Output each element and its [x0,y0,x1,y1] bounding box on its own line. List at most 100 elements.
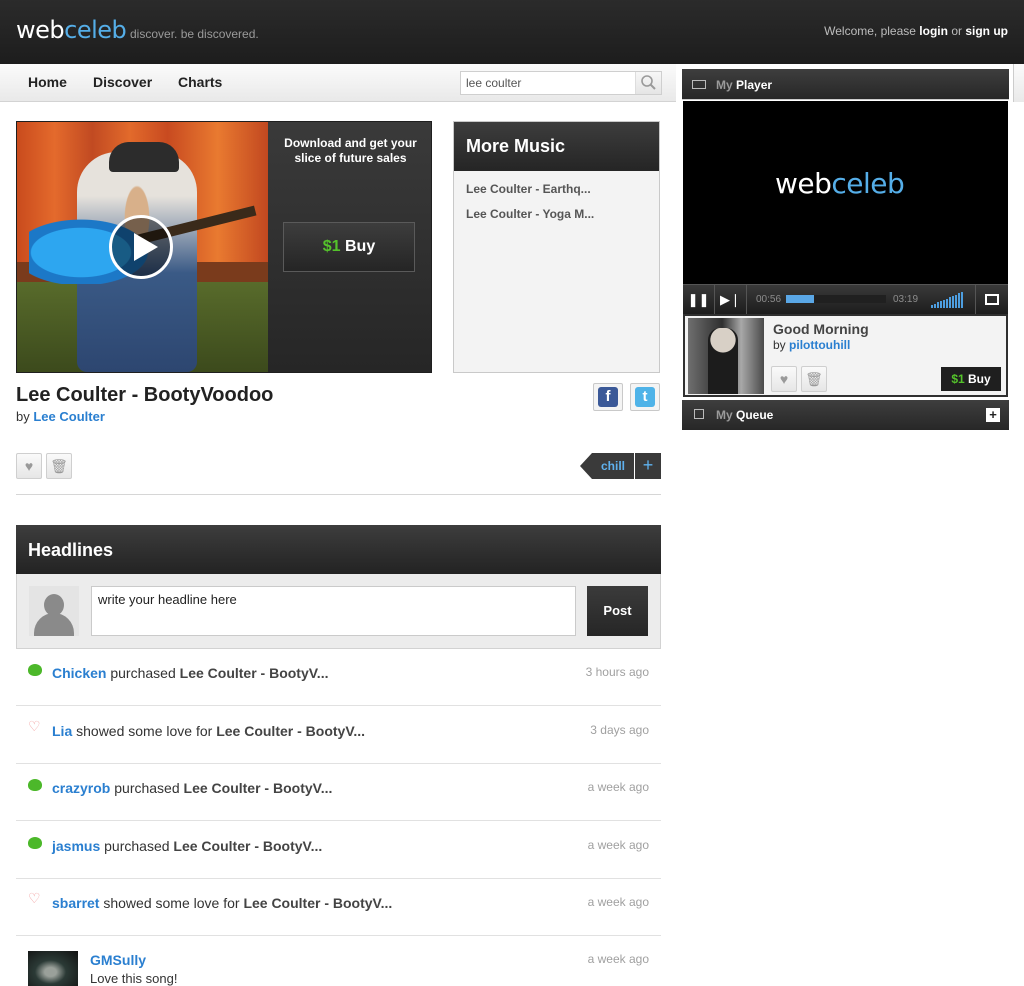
buy-panel: Download and get your slice of future sa… [268,122,431,372]
fullscreen-icon [985,294,999,305]
trash-icon: 🗑 [50,458,68,474]
feed-text: jasmus purchased Lee Coulter - BootyV... [52,838,323,854]
trash-icon: 🗑 [805,371,823,387]
feed-song[interactable]: Lee Coulter - BootyV... [184,780,333,796]
commenter-avatar[interactable] [28,951,78,986]
np-love-button[interactable]: ♥ [771,366,797,392]
money-icon [28,779,42,791]
heart-icon: ♥ [779,371,789,387]
search-icon [641,75,656,90]
buy-button[interactable]: $1 Buy [283,222,415,272]
now-playing-artist-line: by pilottouhill [773,338,851,352]
volume-bar [943,299,945,308]
volume-control[interactable] [931,292,965,308]
search-box [460,71,662,95]
feed-song[interactable]: Lee Coulter - BootyV... [173,838,322,854]
feed-time: a week ago [587,780,649,794]
featured-song: Download and get your slice of future sa… [16,121,432,373]
site-logo[interactable]: webceleb [16,16,127,44]
feed-text: crazyrob purchased Lee Coulter - BootyV.… [52,780,333,796]
delete-button[interactable]: 🗑 [46,453,72,479]
heart-icon: ♡ [28,890,41,906]
user-avatar [29,586,79,636]
player-header: My Player [682,69,1009,100]
my-queue[interactable]: My Queue + [682,400,1009,430]
twitter-share-button[interactable]: t [630,383,660,411]
twitter-icon: t [635,387,655,407]
top-bar: webceleb discover. be discovered. Welcom… [0,0,1024,64]
login-link[interactable]: login [919,24,948,38]
volume-bar [931,305,933,308]
artwork-hat [109,142,179,172]
feed-text: Lia showed some love for Lee Coulter - B… [52,723,366,739]
volume-bar [961,292,963,308]
duration-time: 03:19 [893,294,919,305]
nav-charts[interactable]: Charts [178,74,222,90]
player-screen[interactable]: webceleb [683,101,1008,284]
feed-user[interactable]: Lia [52,723,72,739]
pause-button[interactable]: ❚❚ [683,285,715,315]
heart-icon: ♡ [28,718,41,734]
feed-song[interactable]: Lee Coulter - BootyV... [216,723,365,739]
feed-item: ♡ Lia showed some love for Lee Coulter -… [16,707,661,764]
feed-item: Chicken purchased Lee Coulter - BootyV..… [16,649,661,706]
song-artwork[interactable] [17,122,268,372]
np-buy-button[interactable]: $1 Buy [941,367,1001,391]
next-button[interactable]: ▶❘ [715,285,747,315]
np-delete-button[interactable]: 🗑 [801,366,827,392]
artist-link[interactable]: Lee Coulter [33,409,105,424]
welcome-text: Welcome, please login or sign up [824,24,1008,38]
add-tag-button[interactable]: + [635,453,661,479]
more-music-item[interactable]: Lee Coulter - Yoga M... [454,201,659,226]
feed-text: Chicken purchased Lee Coulter - BootyV..… [52,665,329,681]
post-button[interactable]: Post [587,586,648,636]
volume-bar [946,298,948,308]
now-playing: Good Morning by pilottouhill ♥ 🗑 $1 Buy [683,314,1008,397]
volume-bar [958,293,960,308]
comment-time: a week ago [587,952,649,966]
feed-user[interactable]: sbarret [52,895,99,911]
fullscreen-button[interactable] [975,285,1008,315]
feed-time: 3 days ago [590,723,649,737]
more-music-item[interactable]: Lee Coulter - Earthq... [454,176,659,201]
facebook-share-button[interactable]: f [593,383,623,411]
now-playing-title[interactable]: Good Morning [773,321,869,337]
feed-song[interactable]: Lee Coulter - BootyV... [243,895,392,911]
feed-user[interactable]: jasmus [52,838,100,854]
download-text: Download and get your slice of future sa… [284,136,417,165]
love-button[interactable]: ♥ [16,453,42,479]
volume-bar [949,297,951,308]
nav-home[interactable]: Home [28,74,67,90]
now-playing-artist-link[interactable]: pilottouhill [789,338,850,352]
headline-composer: write your headline here Post [16,574,661,649]
main-nav: Home Discover Charts [0,64,676,102]
money-icon [28,837,42,849]
volume-bar [940,301,942,308]
feed-time: a week ago [587,838,649,852]
tag-chill[interactable]: chill [592,453,634,479]
nav-discover[interactable]: Discover [93,74,152,90]
progress-fill [786,295,814,303]
volume-bar [955,294,957,308]
my-player: My Player webceleb ❚❚ ▶❘ 00:56 03:19 Goo… [682,69,1009,430]
headline-input[interactable]: write your headline here [91,586,576,636]
player-controls: ❚❚ ▶❘ 00:56 03:19 [683,284,1008,315]
play-button[interactable] [109,215,173,279]
search-input[interactable] [461,72,635,94]
signup-link[interactable]: sign up [965,24,1008,38]
facebook-icon: f [598,387,618,407]
song-artist-line: by Lee Coulter [16,409,105,424]
commenter-name[interactable]: GMSully [90,952,146,968]
feed-user[interactable]: Chicken [52,665,106,681]
feed-item: jasmus purchased Lee Coulter - BootyV...… [16,822,661,879]
money-icon [28,664,42,676]
feed-user[interactable]: crazyrob [52,780,110,796]
progress-bar[interactable] [786,295,886,303]
feed-time: 3 hours ago [585,665,649,679]
feed-time: a week ago [587,895,649,909]
search-button[interactable] [635,72,661,94]
feed-song[interactable]: Lee Coulter - BootyV... [180,665,329,681]
queue-add-button[interactable]: + [986,408,1000,422]
nav-strip [1013,64,1024,102]
now-playing-thumbnail[interactable] [688,318,764,394]
